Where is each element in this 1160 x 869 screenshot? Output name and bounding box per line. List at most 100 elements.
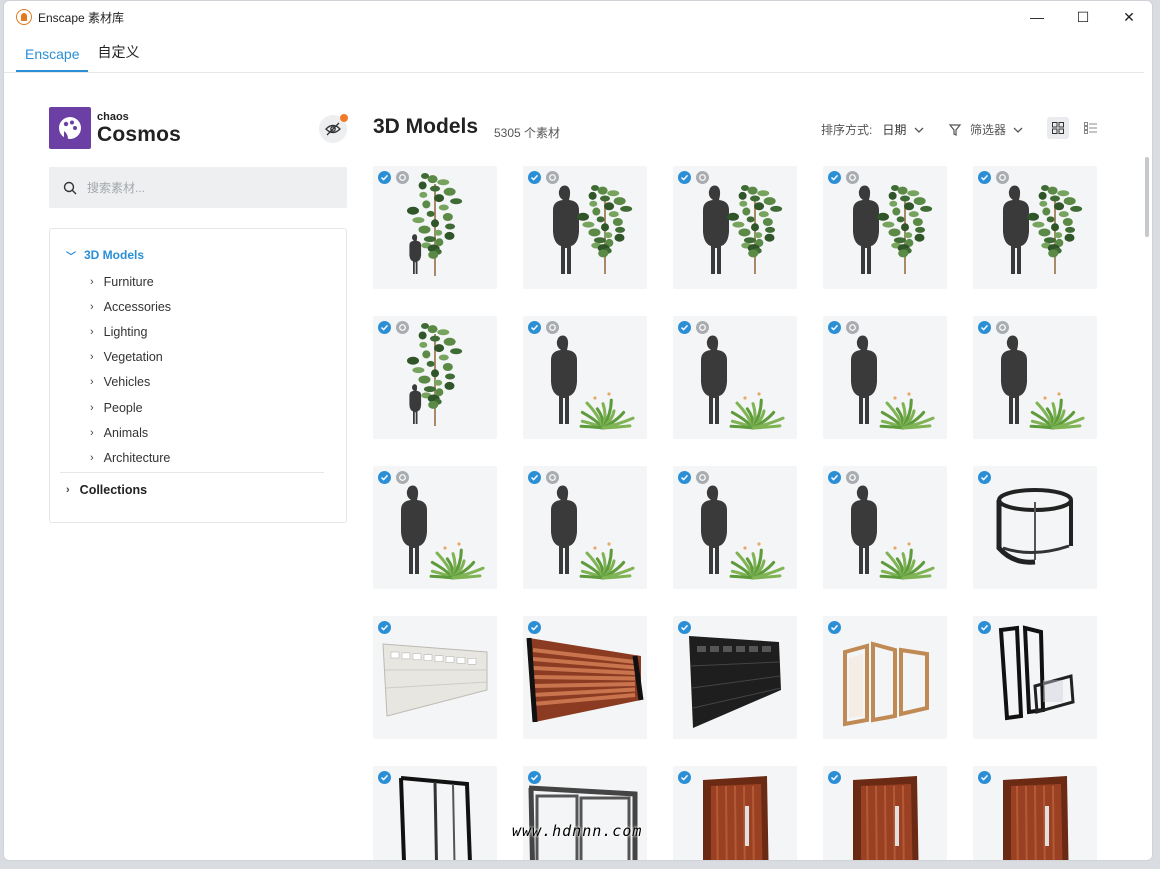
asset-card[interactable]: [973, 766, 1097, 860]
check-icon: [380, 174, 389, 181]
asset-thumbnail-image: [553, 185, 633, 274]
asset-card[interactable]: [373, 766, 497, 860]
selected-badge[interactable]: [678, 471, 691, 484]
search-box[interactable]: [49, 167, 347, 208]
asset-card[interactable]: [523, 316, 647, 439]
search-input[interactable]: [87, 180, 327, 195]
selected-badge[interactable]: [528, 771, 541, 784]
selected-badge[interactable]: [378, 771, 391, 784]
asset-card[interactable]: [673, 766, 797, 860]
variant-badge: [996, 321, 1009, 334]
asset-card[interactable]: [373, 316, 497, 439]
check-icon: [680, 474, 689, 481]
selected-badge[interactable]: [378, 171, 391, 184]
asset-card[interactable]: [973, 616, 1097, 739]
chevron-right-icon: ›: [90, 401, 94, 414]
notification-dot: [340, 114, 348, 122]
selected-badge[interactable]: [378, 321, 391, 334]
filter-dropdown[interactable]: 筛选器: [948, 121, 1025, 138]
check-icon: [530, 624, 539, 631]
window-controls: — ☐ ✕: [1014, 1, 1152, 33]
grid-icon: [1052, 122, 1064, 134]
selected-badge[interactable]: [978, 621, 991, 634]
asset-thumbnail-image: [401, 485, 485, 580]
selected-badge[interactable]: [378, 621, 391, 634]
tab-enscape[interactable]: Enscape: [16, 46, 89, 72]
asset-card[interactable]: [523, 616, 647, 739]
close-button[interactable]: ✕: [1106, 1, 1152, 33]
check-icon: [680, 774, 689, 781]
asset-card[interactable]: [673, 166, 797, 289]
asset-thumbnail-image: [996, 488, 1073, 565]
list-icon: [1083, 122, 1097, 134]
asset-card[interactable]: [373, 616, 497, 739]
asset-card[interactable]: [973, 466, 1097, 589]
scrollbar-thumb[interactable]: [1145, 157, 1149, 237]
sort-label: 排序方式:: [821, 123, 873, 137]
asset-card[interactable]: [823, 166, 947, 289]
selected-badge[interactable]: [828, 471, 841, 484]
selected-badge[interactable]: [828, 321, 841, 334]
tree-item-animals[interactable]: › Animals: [50, 420, 346, 445]
download-icon: [399, 474, 406, 481]
variant-badge: [846, 471, 859, 484]
selected-badge[interactable]: [978, 771, 991, 784]
selected-badge[interactable]: [678, 171, 691, 184]
asset-card[interactable]: [523, 766, 647, 860]
minimize-button[interactable]: —: [1014, 1, 1060, 33]
tree-item-accessories[interactable]: › Accessories: [50, 294, 346, 319]
maximize-button[interactable]: ☐: [1060, 1, 1106, 33]
asset-card[interactable]: [523, 466, 647, 589]
asset-thumbnail-image: [1003, 185, 1083, 274]
selected-badge[interactable]: [528, 171, 541, 184]
tree-item-vegetation[interactable]: › Vegetation: [50, 345, 346, 370]
selected-badge[interactable]: [378, 471, 391, 484]
chevron-right-icon: ›: [90, 275, 94, 288]
selected-badge[interactable]: [678, 321, 691, 334]
asset-card[interactable]: [973, 316, 1097, 439]
watermark-text: www.hdnnn.com: [512, 822, 643, 840]
selected-badge[interactable]: [528, 621, 541, 634]
asset-card[interactable]: [673, 316, 797, 439]
asset-card[interactable]: [373, 466, 497, 589]
asset-card[interactable]: [823, 766, 947, 860]
selected-badge[interactable]: [528, 321, 541, 334]
selected-badge[interactable]: [678, 621, 691, 634]
asset-card[interactable]: [973, 166, 1097, 289]
tree-item-architecture[interactable]: › Architecture: [50, 445, 346, 470]
asset-thumbnail-image: [853, 185, 933, 274]
asset-card[interactable]: [823, 616, 947, 739]
asset-card[interactable]: [673, 616, 797, 739]
tree-item-collections[interactable]: › Collections: [50, 473, 346, 507]
asset-card[interactable]: [373, 166, 497, 289]
tree-root-3d-models[interactable]: ﹀ 3D Models: [50, 247, 346, 263]
sort-dropdown[interactable]: 排序方式: 日期: [821, 121, 926, 138]
asset-card[interactable]: [823, 316, 947, 439]
asset-card[interactable]: [823, 466, 947, 589]
tab-custom[interactable]: 自定义: [88, 42, 148, 72]
variant-badge: [696, 321, 709, 334]
tree-item-label: People: [103, 400, 143, 415]
filter-label: 筛选器: [970, 123, 1007, 137]
selected-badge[interactable]: [978, 471, 991, 484]
check-icon: [980, 324, 989, 331]
tree-item-vehicles[interactable]: › Vehicles: [50, 370, 346, 395]
hide-toggle-button[interactable]: [319, 114, 348, 143]
check-icon: [680, 324, 689, 331]
selected-badge[interactable]: [528, 471, 541, 484]
asset-card[interactable]: [673, 466, 797, 589]
tree-item-people[interactable]: › People: [50, 395, 346, 420]
tree-item-furniture[interactable]: › Furniture: [50, 269, 346, 294]
selected-badge[interactable]: [678, 771, 691, 784]
selected-badge[interactable]: [978, 171, 991, 184]
asset-card[interactable]: [523, 166, 647, 289]
asset-header: 3D Models 5305 个素材 排序方式: 日期 筛选器: [373, 73, 1133, 166]
list-view-button[interactable]: [1079, 117, 1101, 139]
tree-item-lighting[interactable]: › Lighting: [50, 319, 346, 344]
selected-badge[interactable]: [828, 771, 841, 784]
selected-badge[interactable]: [828, 171, 841, 184]
selected-badge[interactable]: [978, 321, 991, 334]
selected-badge[interactable]: [828, 621, 841, 634]
tree-item-label: Accessories: [103, 299, 172, 314]
grid-view-button[interactable]: [1047, 117, 1069, 139]
